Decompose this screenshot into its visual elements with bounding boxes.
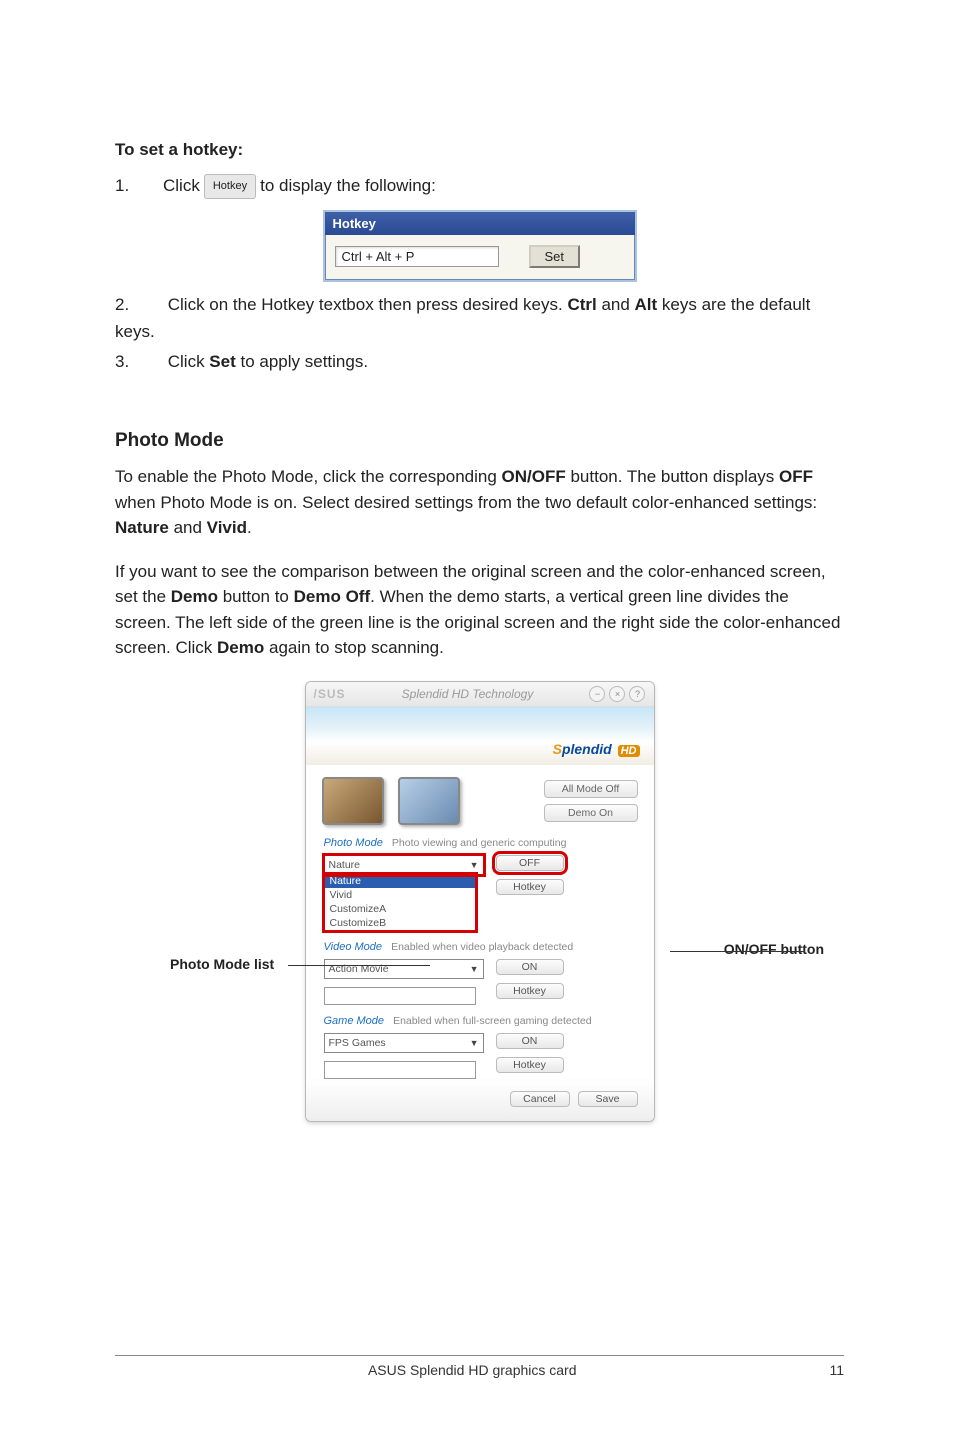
step-3: 3. Click Set to apply settings. bbox=[115, 349, 844, 375]
save-button[interactable]: Save bbox=[578, 1091, 638, 1107]
asus-logo-text: /SUS bbox=[314, 687, 346, 701]
p1b: ON/OFF bbox=[502, 467, 566, 486]
step-2-number: 2. bbox=[115, 292, 163, 318]
app-banner: Splendid HD bbox=[306, 707, 654, 765]
step-2-bold-alt: Alt bbox=[635, 295, 658, 314]
all-mode-off-button[interactable]: All Mode Off bbox=[544, 780, 638, 798]
game-mode-textbox[interactable] bbox=[324, 1061, 476, 1079]
photo-mode-dropdown[interactable]: Nature ▼ bbox=[324, 855, 484, 875]
photo-option-vivid[interactable]: Vivid bbox=[325, 888, 475, 902]
p1g: and bbox=[169, 518, 207, 537]
app-footer: Cancel Save bbox=[306, 1081, 654, 1121]
step-3-bold-set: Set bbox=[209, 352, 235, 371]
p1e: when Photo Mode is on. Select desired se… bbox=[115, 493, 817, 512]
p1f: Nature bbox=[115, 518, 169, 537]
step-3-text-a: Click bbox=[168, 352, 210, 371]
step-2-mid: and bbox=[597, 295, 635, 314]
photo-mode-dropdown-value: Nature bbox=[329, 859, 361, 871]
video-onoff-button[interactable]: ON bbox=[496, 959, 564, 975]
step-1-text-b: to display the following: bbox=[260, 170, 436, 202]
callout-line-left bbox=[288, 965, 430, 966]
callout-photo-mode-list: Photo Mode list bbox=[170, 956, 274, 972]
minimize-icon[interactable]: − bbox=[589, 686, 605, 702]
splendid-app-figure: Photo Mode list ON/OFF button /SUS Splen… bbox=[115, 681, 844, 1122]
photo-onoff-button[interactable]: OFF bbox=[496, 855, 564, 871]
step-1: 1. Click Hotkey to display the following… bbox=[115, 170, 844, 202]
photo-mode-desc: Photo viewing and generic computing bbox=[392, 837, 567, 849]
step-3-text-c: to apply settings. bbox=[236, 352, 368, 371]
video-mode-section: Video Mode Enabled when video playback d… bbox=[306, 935, 654, 1009]
cancel-button[interactable]: Cancel bbox=[510, 1091, 570, 1107]
game-mode-dropdown[interactable]: FPS Games ▼ bbox=[324, 1033, 484, 1053]
game-mode-desc: Enabled when full-screen gaming detected bbox=[393, 1015, 591, 1027]
photo-hotkey-button[interactable]: Hotkey bbox=[496, 879, 564, 895]
p1i: . bbox=[247, 518, 252, 537]
hotkey-dialog-title: Hotkey bbox=[325, 212, 635, 235]
logo-rest: plendid bbox=[562, 741, 616, 757]
game-mode-label: Game Mode bbox=[324, 1015, 385, 1027]
callout-line-right bbox=[670, 951, 805, 952]
chevron-down-icon: ▼ bbox=[470, 1038, 479, 1048]
thumbnail-2[interactable] bbox=[398, 777, 460, 825]
photo-mode-heading: Photo Mode bbox=[115, 430, 844, 452]
app-window-title: Splendid HD Technology bbox=[402, 687, 534, 701]
p1a: To enable the Photo Mode, click the corr… bbox=[115, 467, 502, 486]
thumbnail-1[interactable] bbox=[322, 777, 384, 825]
game-mode-dropdown-value: FPS Games bbox=[329, 1037, 386, 1049]
set-button[interactable]: Set bbox=[529, 245, 581, 268]
step-2-bold-ctrl: Ctrl bbox=[567, 295, 596, 314]
hotkey-inline-button[interactable]: Hotkey bbox=[204, 174, 256, 199]
photo-option-nature[interactable]: Nature bbox=[325, 874, 475, 888]
p1h: Vivid bbox=[207, 518, 247, 537]
chevron-down-icon: ▼ bbox=[470, 860, 479, 870]
video-hotkey-button[interactable]: Hotkey bbox=[496, 983, 564, 999]
p2f: Demo bbox=[217, 638, 264, 657]
app-thumb-row: All Mode Off Demo On bbox=[306, 765, 654, 831]
chevron-down-icon: ▼ bbox=[470, 964, 479, 974]
close-icon[interactable]: × bbox=[609, 686, 625, 702]
photo-option-customizea[interactable]: CustomizeA bbox=[325, 902, 475, 916]
callout-onoff-button: ON/OFF button bbox=[724, 941, 824, 957]
hotkey-section-heading: To set a hotkey: bbox=[115, 140, 844, 160]
logo-s: S bbox=[553, 741, 562, 757]
photo-mode-para-1: To enable the Photo Mode, click the corr… bbox=[115, 464, 844, 541]
photo-mode-dropdown-list[interactable]: Nature Vivid CustomizeA CustomizeB bbox=[324, 874, 476, 931]
hotkey-textbox[interactable]: Ctrl + Alt + P bbox=[335, 246, 499, 267]
p2b: Demo bbox=[171, 587, 218, 606]
splendid-logo: Splendid HD bbox=[553, 741, 640, 757]
photo-mode-label: Photo Mode bbox=[324, 837, 383, 849]
photo-option-customizeb[interactable]: CustomizeB bbox=[325, 916, 475, 930]
p2g: again to stop scanning. bbox=[264, 638, 444, 657]
p1d: OFF bbox=[779, 467, 813, 486]
splendid-app-window: /SUS Splendid HD Technology − × ? Splend… bbox=[305, 681, 655, 1122]
game-hotkey-button[interactable]: Hotkey bbox=[496, 1057, 564, 1073]
video-mode-desc: Enabled when video playback detected bbox=[391, 941, 573, 953]
game-onoff-button[interactable]: ON bbox=[496, 1033, 564, 1049]
app-titlebar: /SUS Splendid HD Technology − × ? bbox=[306, 682, 654, 707]
video-mode-textbox[interactable] bbox=[324, 987, 476, 1005]
help-icon[interactable]: ? bbox=[629, 686, 645, 702]
hotkey-dialog: Hotkey Ctrl + Alt + P Set bbox=[323, 210, 637, 282]
video-mode-label: Video Mode bbox=[324, 941, 383, 953]
step-3-number: 3. bbox=[115, 349, 163, 375]
step-1-number: 1. bbox=[115, 170, 163, 202]
photo-mode-section: Photo Mode Photo viewing and generic com… bbox=[306, 831, 654, 935]
step-2: 2. Click on the Hotkey textbox then pres… bbox=[115, 292, 844, 345]
game-mode-section: Game Mode Enabled when full-screen gamin… bbox=[306, 1009, 654, 1079]
p1c: button. The button displays bbox=[566, 467, 779, 486]
demo-on-button[interactable]: Demo On bbox=[544, 804, 638, 822]
page-footer: ASUS Splendid HD graphics card 11 bbox=[115, 1355, 844, 1378]
page-number: 11 bbox=[829, 1362, 844, 1378]
p2c: button to bbox=[218, 587, 294, 606]
p2d: Demo Off bbox=[294, 587, 371, 606]
step-2-text-a: Click on the Hotkey textbox then press d… bbox=[168, 295, 568, 314]
logo-hd: HD bbox=[618, 745, 640, 757]
footer-center-text: ASUS Splendid HD graphics card bbox=[368, 1362, 577, 1378]
step-1-text-a: Click bbox=[163, 170, 200, 202]
video-mode-dropdown[interactable]: Action Movie ▼ bbox=[324, 959, 484, 979]
photo-mode-para-2: If you want to see the comparison betwee… bbox=[115, 559, 844, 661]
